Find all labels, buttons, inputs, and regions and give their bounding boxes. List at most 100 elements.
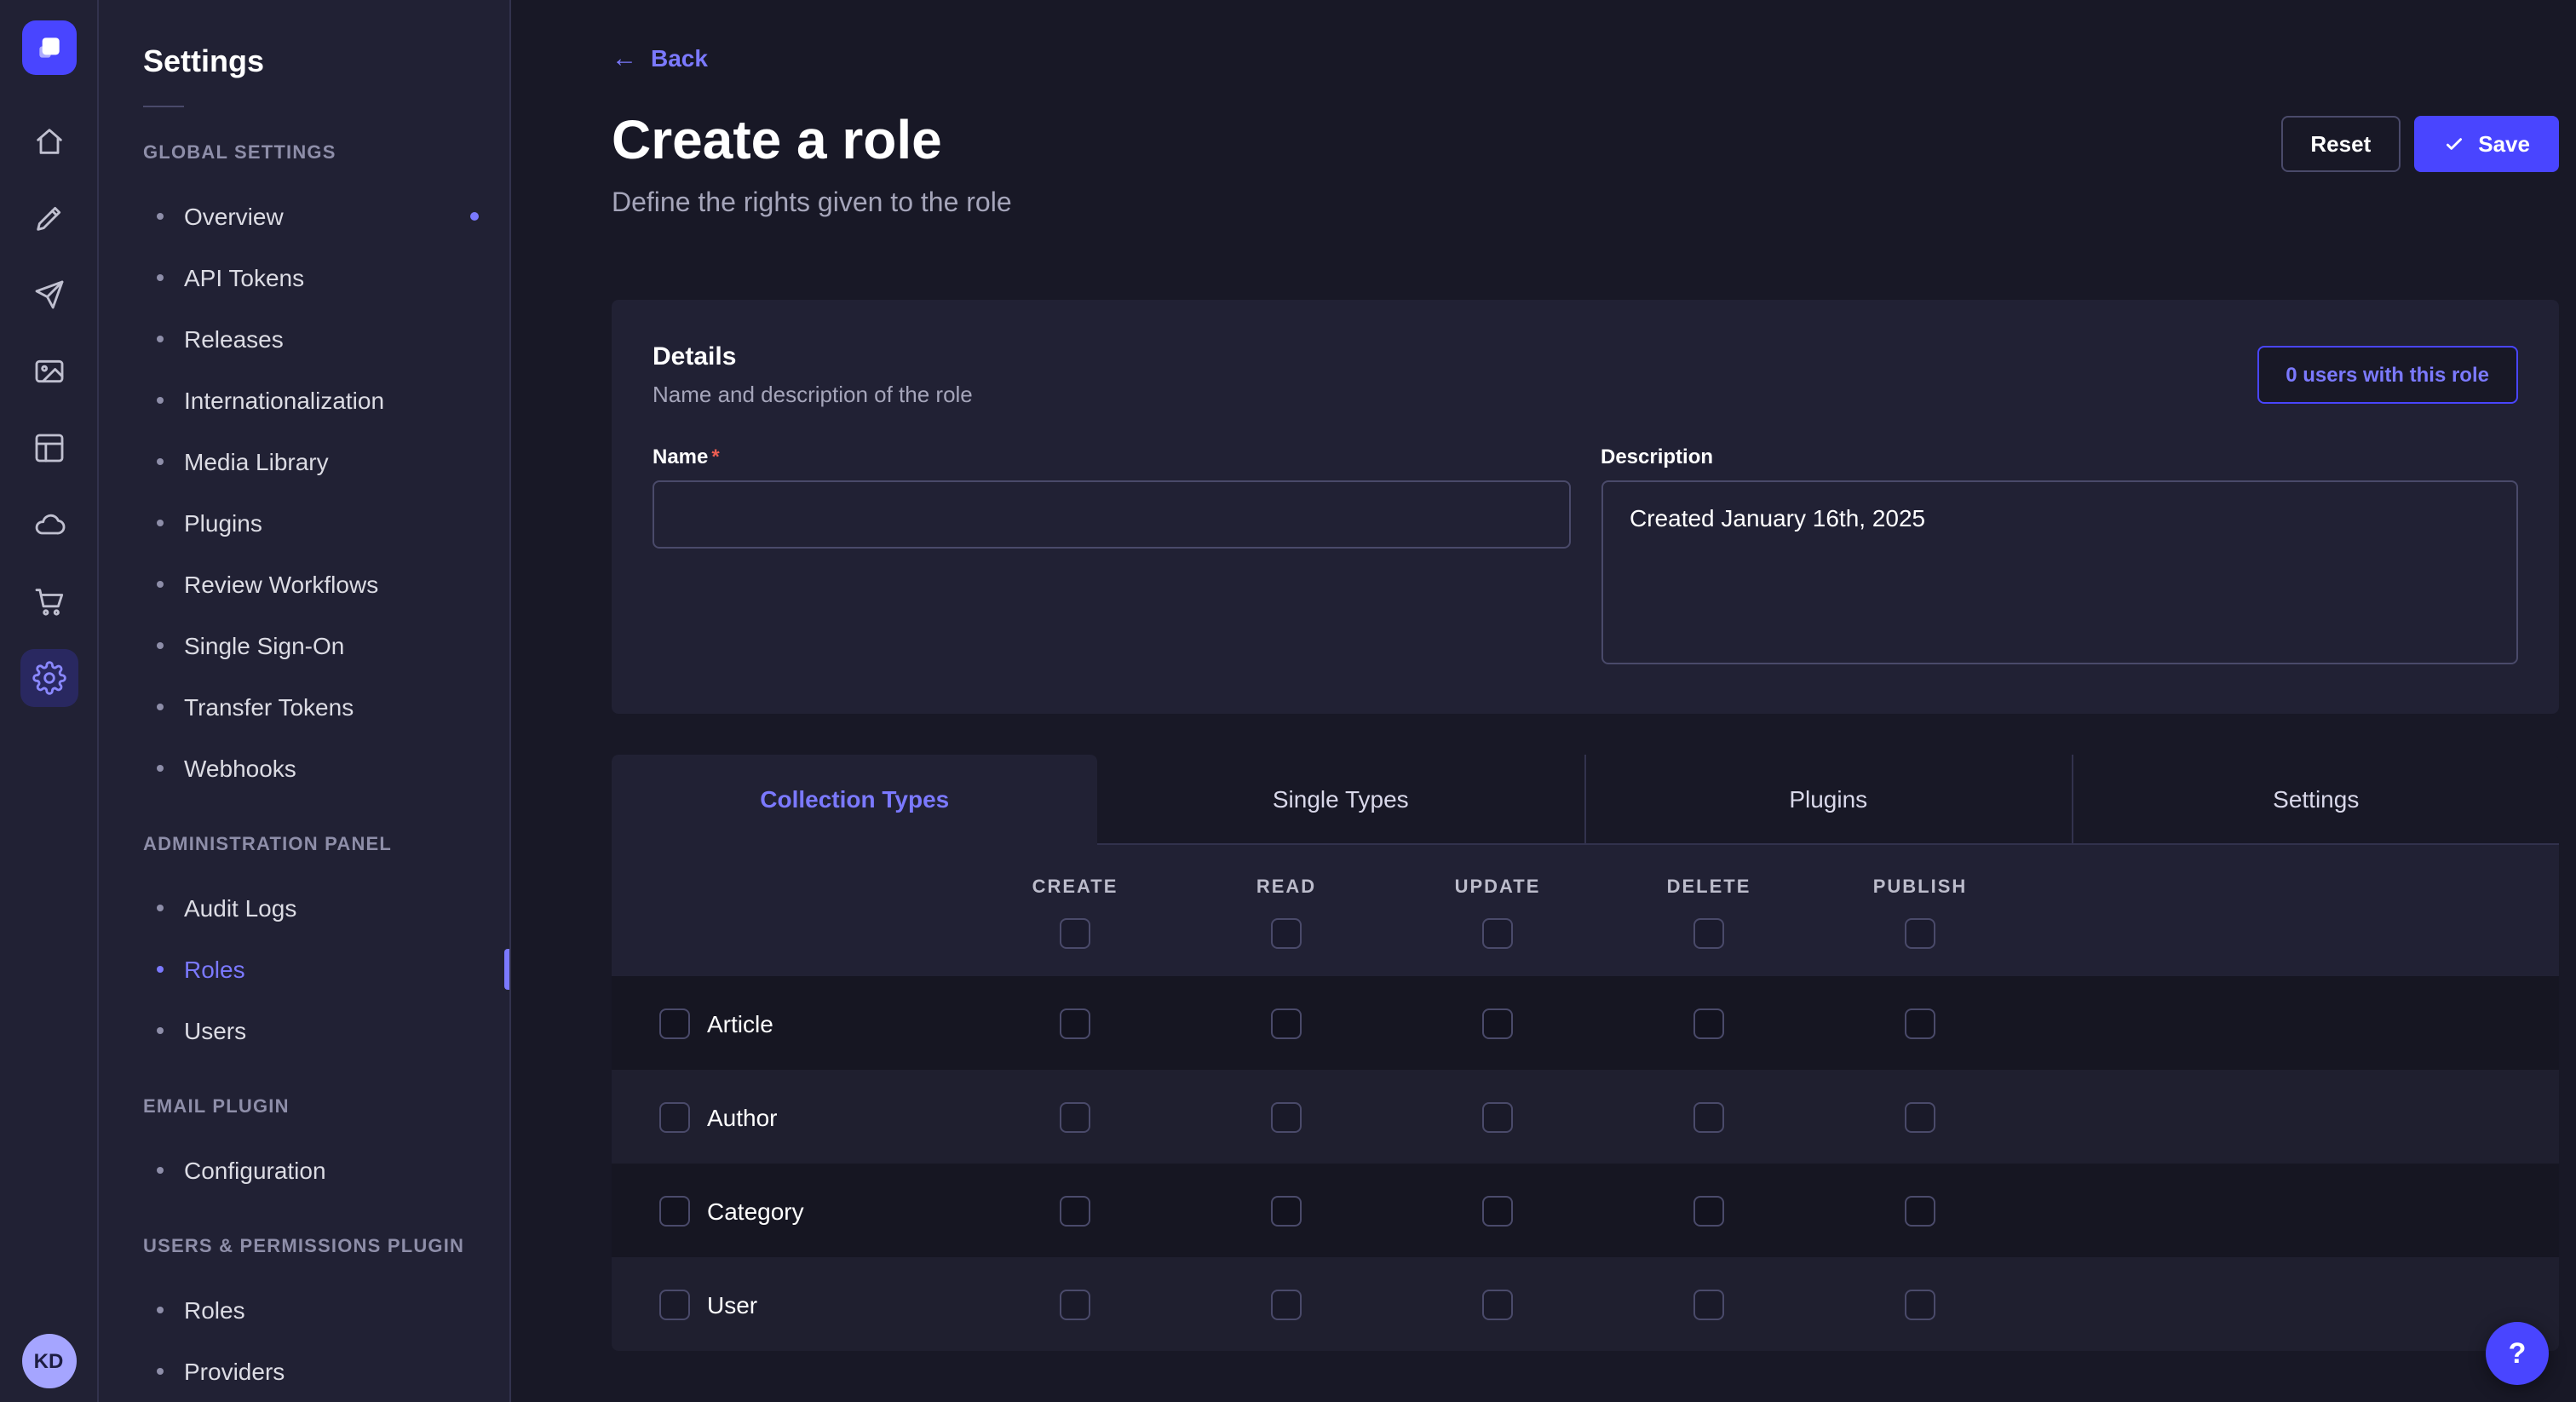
checkbox-article-create[interactable] — [1060, 1008, 1090, 1038]
checkbox-author-read[interactable] — [1271, 1101, 1302, 1132]
sidebar-item-label: Audit Logs — [184, 891, 296, 925]
checkbox-category[interactable] — [659, 1195, 690, 1226]
sidebar-item-transfer-tokens[interactable]: Transfer Tokens — [99, 676, 509, 738]
sidebar-item-api-tokens[interactable]: API Tokens — [99, 247, 509, 308]
bullet-icon — [157, 704, 164, 710]
permissions-tablist: Collection TypesSingle TypesPluginsSetti… — [612, 755, 2559, 845]
checkbox-article-read[interactable] — [1271, 1008, 1302, 1038]
cell-user-read — [1181, 1289, 1392, 1319]
sidebar-item-media-library[interactable]: Media Library — [99, 431, 509, 492]
header-col-read: READ — [1181, 876, 1392, 949]
checkbox-category-read[interactable] — [1271, 1195, 1302, 1226]
name-input[interactable] — [653, 480, 1570, 549]
checkbox-author-delete[interactable] — [1693, 1101, 1724, 1132]
checkbox-article-delete[interactable] — [1693, 1008, 1724, 1038]
sidebar-item-label: Transfer Tokens — [184, 690, 354, 724]
sidebar-item-roles[interactable]: Roles — [99, 1279, 509, 1341]
checkbox-category-delete[interactable] — [1693, 1195, 1724, 1226]
rail-nav-paper-plane[interactable] — [20, 266, 78, 324]
tab-settings[interactable]: Settings — [2072, 755, 2560, 845]
tab-single-types[interactable]: Single Types — [1098, 755, 1584, 845]
cell-category-delete — [1603, 1195, 1814, 1226]
bullet-icon — [157, 336, 164, 342]
save-button[interactable]: Save — [2413, 116, 2559, 172]
rail-nav — [20, 112, 78, 726]
users-with-role-button[interactable]: 0 users with this role — [2257, 346, 2518, 404]
rail-nav-content-type-builder[interactable] — [20, 419, 78, 477]
tab-plugins[interactable]: Plugins — [1584, 755, 2072, 845]
help-button[interactable]: ? — [2486, 1322, 2549, 1385]
checkbox-all-create[interactable] — [1060, 918, 1090, 949]
sidebar-section-administration-panel: ADMINISTRATION PANELAudit LogsRolesUsers — [99, 833, 509, 1061]
cell-user-delete — [1603, 1289, 1814, 1319]
sidebar-item-review-workflows[interactable]: Review Workflows — [99, 554, 509, 615]
arrow-left-icon: ← — [612, 45, 637, 71]
checkbox-category-create[interactable] — [1060, 1195, 1090, 1226]
checkbox-category-publish[interactable] — [1905, 1195, 1935, 1226]
sidebar-item-providers[interactable]: Providers — [99, 1341, 509, 1402]
sidebar-item-label: Providers — [184, 1354, 285, 1388]
sidebar-item-label: Media Library — [184, 445, 329, 479]
back-link[interactable]: ← Back — [612, 41, 708, 75]
checkbox-all-update[interactable] — [1482, 918, 1513, 949]
rail-nav-pen[interactable] — [20, 189, 78, 247]
avatar[interactable]: KD — [21, 1334, 76, 1388]
checkbox-article[interactable] — [659, 1008, 690, 1038]
checkbox-all-publish[interactable] — [1905, 918, 1935, 949]
sidebar-item-internationalization[interactable]: Internationalization — [99, 370, 509, 431]
sidebar-section-global-settings: GLOBAL SETTINGSOverviewAPI TokensRelease… — [99, 141, 509, 799]
cell-category-read — [1181, 1195, 1392, 1226]
cell-user-publish — [1814, 1289, 2026, 1319]
save-label: Save — [2478, 131, 2530, 157]
sidebar-item-roles[interactable]: Roles — [99, 939, 509, 1000]
header-col-delete: DELETE — [1603, 876, 1814, 949]
checkbox-user-update[interactable] — [1482, 1289, 1513, 1319]
row-name-cell: Author — [659, 1101, 969, 1132]
sidebar-section-email-plugin: EMAIL PLUGINConfiguration — [99, 1095, 509, 1201]
rail-nav-settings-gear[interactable] — [20, 649, 78, 707]
sidebar-item-users[interactable]: Users — [99, 1000, 509, 1061]
rail-nav-marketplace-cart[interactable] — [20, 572, 78, 630]
column-label: UPDATE — [1455, 876, 1541, 899]
sidebar-item-configuration[interactable]: Configuration — [99, 1140, 509, 1201]
checkbox-category-update[interactable] — [1482, 1195, 1513, 1226]
sidebar-item-plugins[interactable]: Plugins — [99, 492, 509, 554]
checkbox-user-delete[interactable] — [1693, 1289, 1724, 1319]
description-input[interactable]: Created January 16th, 2025 — [1601, 480, 2518, 664]
checkbox-article-publish[interactable] — [1905, 1008, 1935, 1038]
sidebar-item-label: Review Workflows — [184, 567, 378, 601]
row-label: Author — [707, 1103, 778, 1130]
header-col-create: CREATE — [969, 876, 1181, 949]
checkbox-user[interactable] — [659, 1289, 690, 1319]
sidebar-section-label: USERS & PERMISSIONS PLUGIN — [143, 1235, 509, 1259]
reset-button[interactable]: Reset — [2281, 116, 2400, 172]
permissions-card: Collection TypesSingle TypesPluginsSetti… — [612, 755, 2559, 1351]
page-header: Create a role Define the rights given to… — [612, 106, 2559, 225]
rail-nav-cloud[interactable] — [20, 496, 78, 554]
rail-nav-home[interactable] — [20, 112, 78, 170]
details-subtitle: Name and description of the role — [653, 382, 973, 409]
checkbox-user-publish[interactable] — [1905, 1289, 1935, 1319]
checkbox-article-update[interactable] — [1482, 1008, 1513, 1038]
rail-nav-media[interactable] — [20, 342, 78, 400]
checkbox-user-create[interactable] — [1060, 1289, 1090, 1319]
checkbox-author-publish[interactable] — [1905, 1101, 1935, 1132]
sidebar-item-label: Roles — [184, 1293, 245, 1327]
sidebar-item-releases[interactable]: Releases — [99, 308, 509, 370]
permissions-table: CREATEREADUPDATEDELETEPUBLISHArticleAuth… — [612, 845, 2559, 1351]
strapi-logo[interactable] — [21, 20, 76, 75]
checkbox-all-delete[interactable] — [1693, 918, 1724, 949]
checkbox-all-read[interactable] — [1271, 918, 1302, 949]
sidebar-item-webhooks[interactable]: Webhooks — [99, 738, 509, 799]
checkbox-author-update[interactable] — [1482, 1101, 1513, 1132]
settings-gear-icon — [32, 661, 66, 695]
column-label: DELETE — [1667, 876, 1751, 899]
checkbox-author-create[interactable] — [1060, 1101, 1090, 1132]
sidebar-item-single-sign-on[interactable]: Single Sign-On — [99, 615, 509, 676]
sidebar-item-audit-logs[interactable]: Audit Logs — [99, 877, 509, 939]
bullet-icon — [157, 397, 164, 404]
tab-collection-types[interactable]: Collection Types — [612, 755, 1098, 845]
checkbox-author[interactable] — [659, 1101, 690, 1132]
checkbox-user-read[interactable] — [1271, 1289, 1302, 1319]
sidebar-item-overview[interactable]: Overview — [99, 186, 509, 247]
